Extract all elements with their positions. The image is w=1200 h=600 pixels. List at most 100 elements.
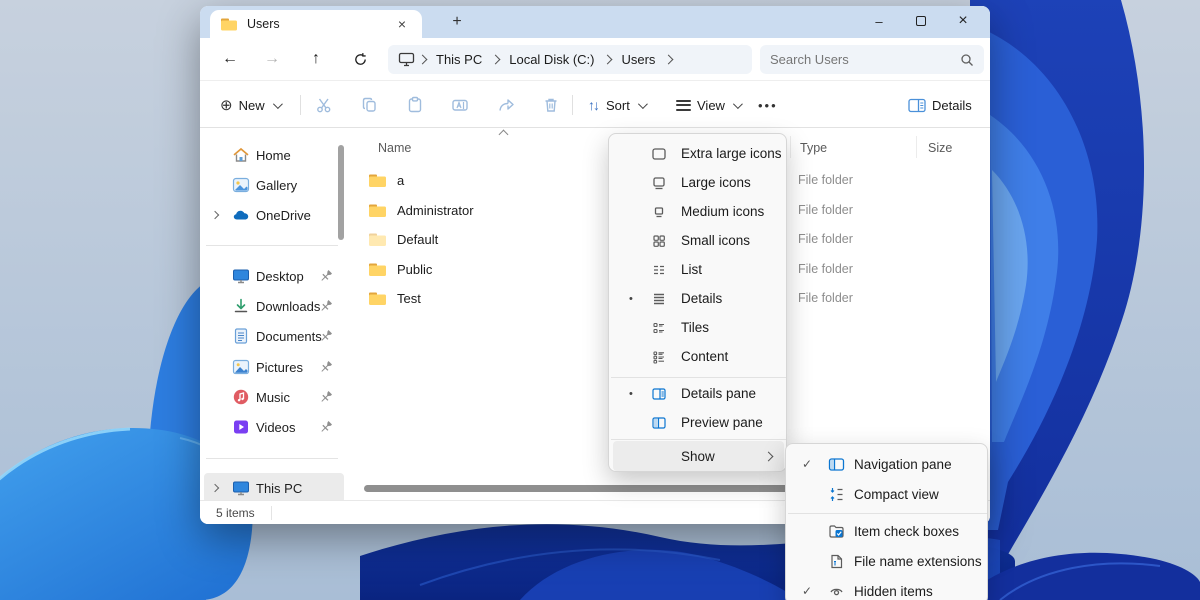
pin-icon (318, 328, 334, 344)
sidebar-item-this-pc[interactable]: This PC (204, 473, 344, 503)
sidebar-divider (206, 245, 338, 246)
sidebar-item-videos[interactable]: Videos (204, 413, 344, 441)
menu-item-show[interactable]: Show (613, 441, 784, 471)
tab-close-icon[interactable]: × (392, 14, 412, 34)
sidebar-item-downloads[interactable]: Downloads (204, 292, 344, 320)
up-button[interactable]: ↑ (302, 45, 330, 73)
maximize-icon (916, 16, 926, 26)
submenu-chevron-icon (764, 451, 774, 461)
submenu-item-compact-view[interactable]: Compact view (790, 479, 985, 509)
menu-item-small-icons[interactable]: Small icons (613, 226, 784, 255)
back-button[interactable]: ← (216, 45, 244, 73)
submenu-item-navigation-pane[interactable]: ✓ Navigation pane (790, 449, 985, 479)
menu-item-label: Preview pane (681, 415, 763, 430)
menu-item-details[interactable]: • Details (613, 284, 784, 313)
share-button[interactable] (494, 93, 518, 117)
folder-icon (368, 173, 387, 188)
sidebar-item-onedrive[interactable]: OneDrive (204, 201, 344, 229)
sidebar-item-label: Desktop (256, 269, 304, 284)
details-pane-toggle[interactable]: Details (902, 91, 978, 119)
menu-item-content[interactable]: Content (613, 342, 784, 371)
folder-icon (220, 17, 238, 32)
sidebar-item-pictures[interactable]: Pictures (204, 353, 344, 381)
refresh-icon (353, 52, 368, 67)
menu-divider (611, 377, 786, 378)
folder-icon (368, 203, 387, 218)
file-name: a (397, 173, 404, 188)
file-name-extensions-icon (828, 553, 845, 570)
menu-item-label: Details (681, 291, 722, 306)
sidebar-item-label: Downloads (256, 299, 320, 314)
downloads-icon (232, 297, 250, 315)
sidebar-item-label: OneDrive (256, 208, 311, 223)
menu-item-tiles[interactable]: Tiles (613, 313, 784, 342)
menu-item-preview-pane[interactable]: Preview pane (613, 408, 784, 437)
crumb-local-disk[interactable]: Local Disk (C:) (503, 52, 600, 67)
breadcrumb-chevron-icon (664, 55, 674, 65)
crumb-this-pc[interactable]: This PC (430, 52, 488, 67)
selected-bullet-icon: • (629, 293, 633, 305)
more-options-button[interactable]: ••• (752, 91, 784, 119)
sidebar-item-documents[interactable]: Documents (204, 322, 344, 350)
menu-item-medium-icons[interactable]: Medium icons (613, 197, 784, 226)
music-icon (232, 388, 250, 406)
view-button[interactable]: View (670, 91, 746, 119)
menu-item-list[interactable]: List (613, 255, 784, 284)
column-header-size[interactable]: Size (928, 141, 952, 155)
sort-button[interactable]: ↑↓ Sort (582, 91, 651, 119)
sort-ascending-icon[interactable] (500, 131, 508, 139)
menu-item-label: Small icons (681, 233, 750, 248)
sidebar-item-home[interactable]: Home (204, 141, 344, 169)
column-header-name[interactable]: Name (378, 141, 411, 155)
tab-users[interactable]: Users × (210, 10, 422, 38)
sidebar-item-music[interactable]: Music (204, 383, 344, 411)
details-icon (651, 291, 667, 307)
new-label: New (239, 98, 265, 113)
new-tab-button[interactable]: + (446, 12, 468, 34)
search-icon (960, 53, 974, 67)
column-divider[interactable] (916, 136, 917, 158)
chevron-down-icon (273, 99, 283, 109)
submenu-item-file-name-extensions[interactable]: File name extensions (790, 546, 985, 576)
submenu-item-item-check-boxes[interactable]: Item check boxes (790, 516, 985, 546)
chevron-right-icon[interactable] (211, 484, 219, 492)
clipboard-icon (405, 95, 425, 115)
submenu-item-label: Hidden items (854, 584, 933, 599)
search-input[interactable] (770, 52, 960, 67)
sidebar-scrollbar[interactable] (338, 145, 344, 240)
minimize-button[interactable]: – (858, 6, 900, 36)
rename-button[interactable] (448, 93, 472, 117)
breadcrumb[interactable]: This PC Local Disk (C:) Users (388, 45, 752, 74)
menu-item-extra-large-icons[interactable]: Extra large icons (613, 139, 784, 168)
submenu-divider (788, 513, 987, 514)
forward-button[interactable]: → (258, 45, 286, 73)
menu-item-large-icons[interactable]: Large icons (613, 168, 784, 197)
maximize-button[interactable] (900, 6, 942, 36)
column-divider[interactable] (790, 136, 791, 158)
close-button[interactable]: × (942, 6, 984, 36)
sort-arrows-icon: ↑↓ (588, 97, 598, 113)
new-button[interactable]: ⊕ New (214, 91, 286, 119)
sidebar-item-desktop[interactable]: Desktop (204, 262, 344, 290)
details-pane-icon (908, 98, 926, 113)
chevron-right-icon[interactable] (211, 211, 219, 219)
delete-button[interactable] (539, 93, 563, 117)
chevron-down-icon (733, 99, 743, 109)
compact-view-icon (828, 486, 845, 503)
copy-icon (360, 95, 380, 115)
desktop-icon (232, 267, 250, 285)
status-divider (271, 506, 272, 520)
sidebar-item-gallery[interactable]: Gallery (204, 171, 344, 199)
crumb-users[interactable]: Users (615, 52, 661, 67)
view-dropdown-menu: Extra large icons Large icons Medium ico… (608, 133, 787, 472)
chevron-down-icon (638, 99, 648, 109)
refresh-button[interactable] (346, 45, 374, 73)
menu-item-details-pane[interactable]: • Details pane (613, 379, 784, 408)
paste-button[interactable] (403, 93, 427, 117)
view-label: View (697, 98, 725, 113)
submenu-item-hidden-items[interactable]: ✓ Hidden items (790, 576, 985, 600)
submenu-item-label: Compact view (854, 487, 939, 502)
copy-button[interactable] (358, 93, 382, 117)
column-header-type[interactable]: Type (800, 141, 827, 155)
cut-button[interactable] (312, 93, 336, 117)
